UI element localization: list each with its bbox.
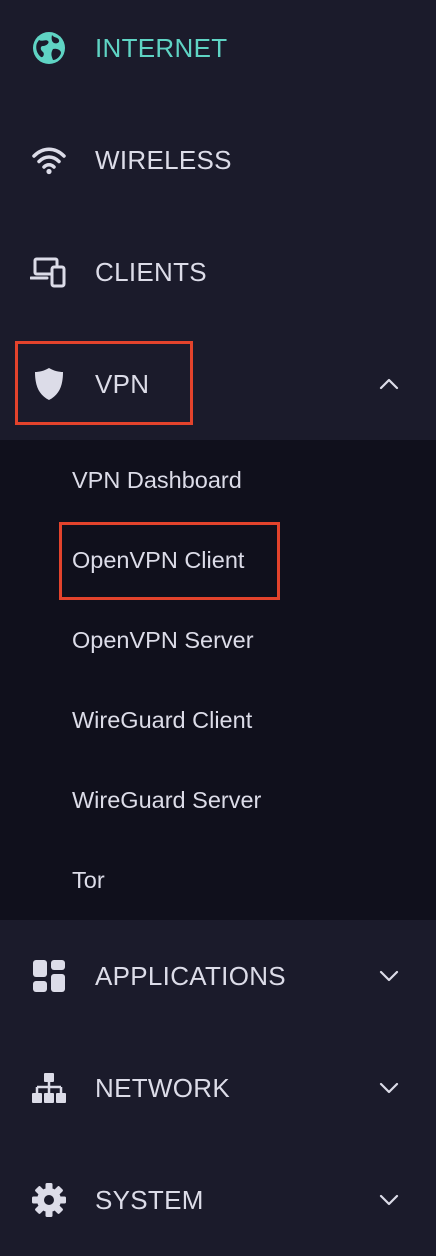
submenu-label: Tor [72,866,105,893]
chevron-up-icon[interactable] [378,373,400,395]
nav-label-vpn: VPN [95,368,150,399]
nav-item-internet[interactable]: INTERNET [0,0,436,104]
devices-icon [30,253,68,291]
nav-item-applications[interactable]: APPLICATIONS [0,920,436,1032]
nav-item-wireless[interactable]: WIRELESS [0,104,436,216]
nav-item-vpn[interactable]: VPN [0,328,436,440]
nav-label-internet: INTERNET [95,32,228,63]
chevron-down-icon[interactable] [378,1077,400,1099]
nav-label-network: NETWORK [95,1072,230,1103]
submenu-item-wireguard-client[interactable]: WireGuard Client [0,680,436,760]
submenu-label: WireGuard Server [72,786,262,813]
nav-label-wireless: WIRELESS [95,144,232,175]
submenu-label: WireGuard Client [72,706,253,733]
shield-icon [30,365,68,403]
submenu-item-openvpn-server[interactable]: OpenVPN Server [0,600,436,680]
nav-label-system: SYSTEM [95,1184,204,1215]
submenu-label: VPN Dashboard [72,466,242,493]
chevron-down-icon[interactable] [378,1189,400,1211]
submenu-item-vpn-dashboard[interactable]: VPN Dashboard [0,440,436,520]
nav-label-clients: CLIENTS [95,256,207,287]
gear-icon [30,1181,68,1219]
chevron-down-icon[interactable] [378,965,400,987]
sidebar-nav: INTERNET WIRELESS CLIENTS VPN VPN Dashbo… [0,0,436,1254]
globe-icon [30,29,68,67]
submenu-item-openvpn-client[interactable]: OpenVPN Client [0,520,436,600]
nav-item-network[interactable]: NETWORK [0,1032,436,1144]
nav-label-applications: APPLICATIONS [95,960,286,991]
vpn-submenu: VPN Dashboard OpenVPN Client OpenVPN Ser… [0,440,436,920]
apps-grid-icon [30,957,68,995]
submenu-label: OpenVPN Server [72,626,254,653]
submenu-item-wireguard-server[interactable]: WireGuard Server [0,760,436,840]
nav-item-system[interactable]: SYSTEM [0,1144,436,1256]
wifi-icon [30,141,68,179]
submenu-item-tor[interactable]: Tor [0,840,436,920]
submenu-label: OpenVPN Client [72,546,245,573]
nav-item-clients[interactable]: CLIENTS [0,216,436,328]
network-tree-icon [30,1069,68,1107]
